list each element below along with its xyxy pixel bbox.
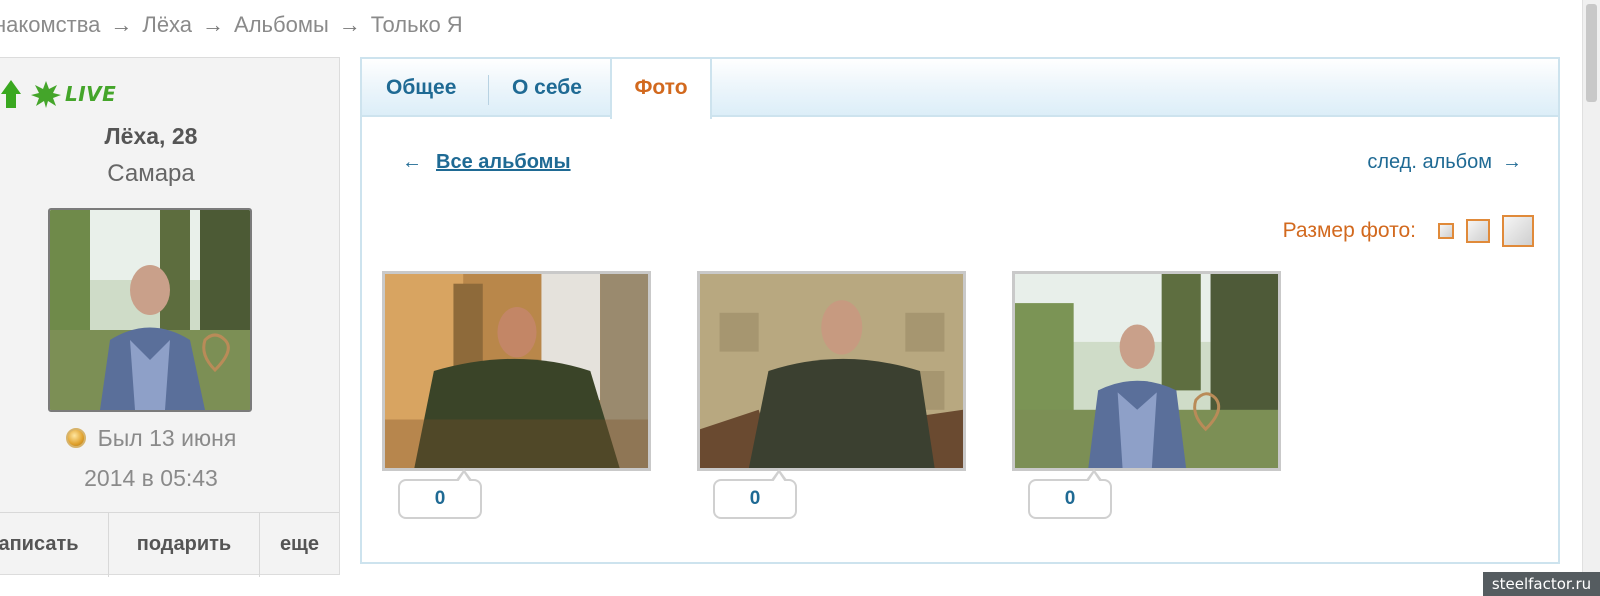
profile-name: Лёха, 28 (104, 123, 198, 149)
tab-divider (488, 75, 489, 105)
album-panel: Общее О себе Фото ← Все альбомы след. аль… (360, 57, 1560, 564)
photo-size-label: Размер фото: (1282, 219, 1416, 242)
all-albums-link[interactable]: ← Все альбомы (402, 151, 571, 174)
last-seen-date: Был 13 июня (97, 425, 237, 451)
vertical-scrollbar[interactable] (1582, 0, 1600, 596)
leaf-icon (29, 79, 63, 109)
last-seen-time: 2014 в 05:43 (84, 465, 218, 491)
photo-thumbnail[interactable] (1012, 271, 1281, 471)
live-label: LIVE (65, 82, 117, 106)
comment-count-badge[interactable]: 0 (713, 469, 797, 519)
size-large-icon[interactable] (1502, 215, 1534, 247)
next-album-label[interactable]: след. альбом (1367, 151, 1492, 173)
breadcrumb-separator: → (110, 12, 133, 37)
tab-general[interactable]: Общее (386, 59, 456, 117)
breadcrumb-item-current-album: Только Я (370, 12, 463, 37)
profile-tabs: Общее О себе Фото (362, 59, 1558, 119)
profile-city: Самара (107, 160, 195, 187)
live-badge[interactable]: LIVE (29, 76, 116, 112)
tab-photo[interactable]: Фото (610, 59, 712, 119)
more-button[interactable]: еще (260, 513, 339, 577)
breadcrumb-separator: → (338, 12, 361, 37)
next-album-link[interactable]: след. альбом → (1367, 151, 1522, 174)
gift-button[interactable]: подарить (109, 513, 260, 577)
breadcrumb-item-albums[interactable]: Альбомы (234, 12, 329, 38)
size-medium-icon[interactable] (1466, 219, 1490, 243)
write-message-button[interactable]: аписать (0, 513, 109, 577)
all-albums-label[interactable]: Все альбомы (436, 151, 571, 173)
offline-status-icon (65, 428, 86, 448)
photo-size-selector: Размер фото: (1283, 213, 1534, 249)
breadcrumb-separator: → (202, 12, 225, 37)
tab-about[interactable]: О себе (512, 59, 582, 117)
arrow-right-icon: → (1502, 151, 1522, 173)
profile-status-icons: LIVE (0, 76, 199, 112)
comment-count-badge[interactable]: 0 (398, 469, 482, 519)
photo-thumbnail[interactable] (382, 271, 651, 471)
avatar[interactable] (48, 208, 252, 412)
breadcrumb: накомства → Лёха → Альбомы → Только Я (0, 12, 463, 38)
breadcrumb-item-user[interactable]: Лёха (142, 12, 192, 38)
profile-card: LIVE Лёха, 28 Самара Был 13 июня 2014 в … (0, 57, 340, 577)
scrollbar-thumb[interactable] (1586, 4, 1597, 102)
photo-thumbnail[interactable] (697, 271, 966, 471)
size-small-icon[interactable] (1438, 223, 1454, 239)
arrow-up-icon (1, 80, 21, 108)
breadcrumb-item-dating[interactable]: накомства (0, 12, 100, 38)
comment-count-badge[interactable]: 0 (1028, 469, 1112, 519)
arrow-left-icon: ← (402, 151, 422, 173)
last-seen: Был 13 июня 2014 в 05:43 (0, 418, 303, 498)
watermark: steelfactor.ru (1483, 572, 1600, 596)
profile-actions: аписать подарить еще (0, 512, 339, 577)
